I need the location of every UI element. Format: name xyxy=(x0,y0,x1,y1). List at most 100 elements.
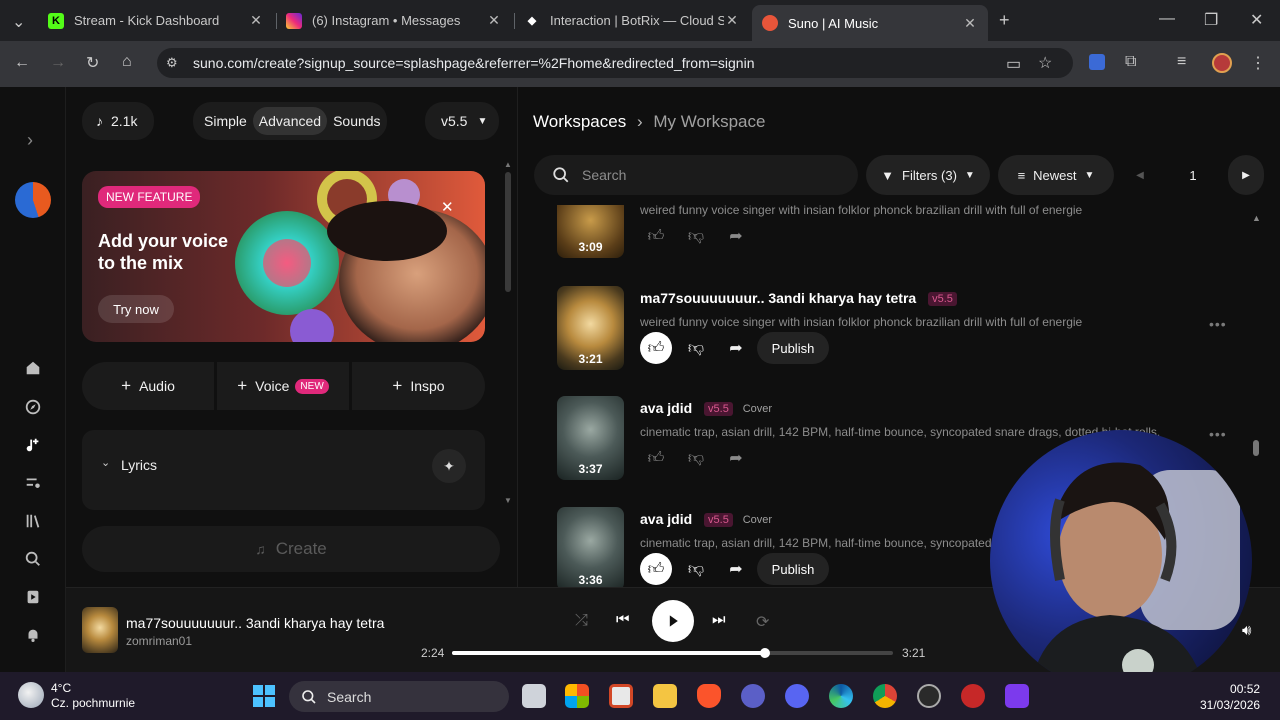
close-tab-icon[interactable]: ✕ xyxy=(962,15,978,32)
search-icon[interactable] xyxy=(24,550,42,568)
share-icon[interactable]: ➦ xyxy=(720,553,752,585)
hooks-icon[interactable] xyxy=(24,588,42,606)
bookmark-star-icon[interactable]: ☆ xyxy=(1038,53,1052,73)
obs-icon[interactable] xyxy=(917,684,941,708)
next-page-button[interactable]: ▶ xyxy=(1228,155,1264,195)
mode-advanced[interactable]: Advanced xyxy=(252,107,328,135)
share-icon[interactable]: ➦ xyxy=(720,220,752,252)
tab-kick[interactable]: K Stream - Kick Dashboard ✕ xyxy=(38,6,274,35)
forward-icon[interactable]: → xyxy=(50,54,66,72)
profile-avatar[interactable] xyxy=(1212,53,1232,73)
scroll-up-icon[interactable]: ▲ xyxy=(504,160,512,169)
magic-wand-icon[interactable]: ✦ xyxy=(432,449,466,483)
repeat-icon[interactable]: ⟳ xyxy=(756,612,769,632)
thumbs-up-icon[interactable]: 👍︎ xyxy=(640,332,672,364)
create-button[interactable]: ♫ Create xyxy=(82,526,500,572)
tab-instagram[interactable]: (6) Instagram • Messages ✕ xyxy=(276,6,512,35)
new-tab-icon[interactable]: + xyxy=(999,10,1010,31)
create-music-icon[interactable] xyxy=(24,436,42,454)
media-control-icon[interactable]: ≡ xyxy=(1177,53,1186,71)
app-icon[interactable] xyxy=(741,684,765,708)
browser-menu-icon[interactable]: ⋮ xyxy=(1250,53,1266,73)
now-playing-artist[interactable]: zomriman01 xyxy=(126,634,192,648)
extensions-icon[interactable]: ⧉ xyxy=(1125,53,1136,71)
home-icon[interactable] xyxy=(24,359,42,377)
thumbs-up-icon[interactable]: 👍︎ xyxy=(640,442,672,474)
previous-icon[interactable]: ⏮︎ xyxy=(616,611,630,628)
back-icon[interactable]: ← xyxy=(14,54,30,72)
close-tab-icon[interactable]: ✕ xyxy=(486,12,502,29)
add-inspo-button[interactable]: + Inspo xyxy=(352,362,485,410)
app-b-icon[interactable] xyxy=(1005,684,1029,708)
credits-pill[interactable]: ♪ 2.1k xyxy=(82,102,154,140)
tab-search-icon[interactable]: ⌄ xyxy=(12,12,25,32)
window-close-icon[interactable]: ✕ xyxy=(1250,10,1263,30)
thumbs-up-icon[interactable]: 👍︎ xyxy=(640,220,672,252)
song-row[interactable]: 3:09 weired funny voice singer with insi… xyxy=(557,205,1197,260)
user-avatar[interactable] xyxy=(15,182,51,218)
expand-rail-icon[interactable]: › xyxy=(27,130,33,151)
song-title-line[interactable]: ava jdid v5.5 Cover xyxy=(640,511,772,527)
tab-suno[interactable]: Suno | AI Music ✕ xyxy=(752,5,988,41)
lyrics-header[interactable]: Lyrics xyxy=(121,457,157,473)
add-voice-button[interactable]: + Voice NEW xyxy=(217,362,349,410)
scroll-down-icon[interactable]: ▼ xyxy=(504,496,512,505)
breadcrumb-workspaces[interactable]: Workspaces xyxy=(533,112,626,131)
more-options-icon[interactable]: ••• xyxy=(1209,426,1227,442)
volume-icon[interactable]: 🔊︎ xyxy=(1242,622,1251,639)
home-icon[interactable]: ⌂ xyxy=(122,53,132,71)
mode-simple[interactable]: Simple xyxy=(198,107,253,135)
install-app-icon[interactable]: ▭ xyxy=(1006,54,1021,74)
try-now-button[interactable]: Try now xyxy=(98,295,174,323)
taskbar-search[interactable]: Search xyxy=(289,681,509,712)
next-icon[interactable]: ⏭︎ xyxy=(712,611,726,628)
file-explorer-icon[interactable] xyxy=(653,684,677,708)
song-title-line[interactable]: ma77souuuuuuur.. 3andi kharya hay tetra … xyxy=(640,290,957,306)
widgets-icon[interactable] xyxy=(565,684,589,708)
publish-button[interactable]: Publish xyxy=(757,553,829,585)
song-title-line[interactable]: ava jdid v5.5 Cover xyxy=(640,400,772,416)
site-info-icon[interactable]: ⚙ xyxy=(166,55,178,71)
url-text[interactable]: suno.com/create?signup_source=splashpage… xyxy=(193,55,754,71)
prev-page-button[interactable]: ◀ xyxy=(1122,155,1158,195)
system-clock[interactable]: 00:52 31/03/2026 xyxy=(1200,681,1260,713)
restore-icon[interactable]: ❐ xyxy=(1204,10,1218,30)
scroll-up-icon[interactable]: ▲ xyxy=(1252,213,1261,223)
windows-start-icon[interactable] xyxy=(252,684,276,708)
thumbs-down-icon[interactable]: 👎︎ xyxy=(680,332,712,364)
sort-button[interactable]: ≡ Newest ▼ xyxy=(998,155,1114,195)
thumbs-down-icon[interactable]: 👎︎ xyxy=(680,442,712,474)
close-tab-icon[interactable]: ✕ xyxy=(724,12,740,29)
share-icon[interactable]: ➦ xyxy=(720,332,752,364)
extension-shield-icon[interactable] xyxy=(1089,54,1105,70)
explore-icon[interactable] xyxy=(24,398,42,416)
thumbs-down-icon[interactable]: 👎︎ xyxy=(680,553,712,585)
tab-botrix[interactable]: ◆ Interaction | BotRix — Cloud Str ✕ xyxy=(514,6,750,35)
chrome-icon[interactable] xyxy=(873,684,897,708)
collapse-chevron-icon[interactable]: ⌄ xyxy=(101,456,110,469)
now-playing-title[interactable]: ma77souuuuuuur.. 3andi kharya hay tetra xyxy=(126,615,384,631)
edge-icon[interactable] xyxy=(829,684,853,708)
close-tab-icon[interactable]: ✕ xyxy=(248,12,264,29)
minimize-icon[interactable]: — xyxy=(1159,10,1175,28)
publish-button[interactable]: Publish xyxy=(757,332,829,364)
weather-widget[interactable]: 4°C Cz. pochmurnie xyxy=(51,681,135,711)
song-row[interactable]: 3:21 ma77souuuuuuur.. 3andi kharya hay t… xyxy=(557,286,1226,372)
app-red-icon[interactable] xyxy=(961,684,985,708)
thumbs-down-icon[interactable]: 👎︎ xyxy=(680,220,712,252)
search-field[interactable]: Search xyxy=(534,155,858,195)
reload-icon[interactable]: ↻ xyxy=(86,53,99,73)
shuffle-icon[interactable]: ⤮ xyxy=(575,612,588,630)
brave-icon[interactable] xyxy=(697,684,721,708)
play-button[interactable] xyxy=(652,600,694,642)
share-icon[interactable]: ➦ xyxy=(720,442,752,474)
studio-icon[interactable] xyxy=(24,474,42,492)
list-scrollbar[interactable] xyxy=(1253,440,1259,456)
close-banner-icon[interactable]: ✕ xyxy=(441,198,454,216)
filters-button[interactable]: ▼ Filters (3) ▼ xyxy=(866,155,990,195)
weather-icon[interactable] xyxy=(18,682,44,708)
more-options-icon[interactable]: ••• xyxy=(1209,316,1227,332)
task-view-icon[interactable] xyxy=(522,684,546,708)
notifications-icon[interactable] xyxy=(24,626,42,644)
library-icon[interactable] xyxy=(24,512,42,530)
